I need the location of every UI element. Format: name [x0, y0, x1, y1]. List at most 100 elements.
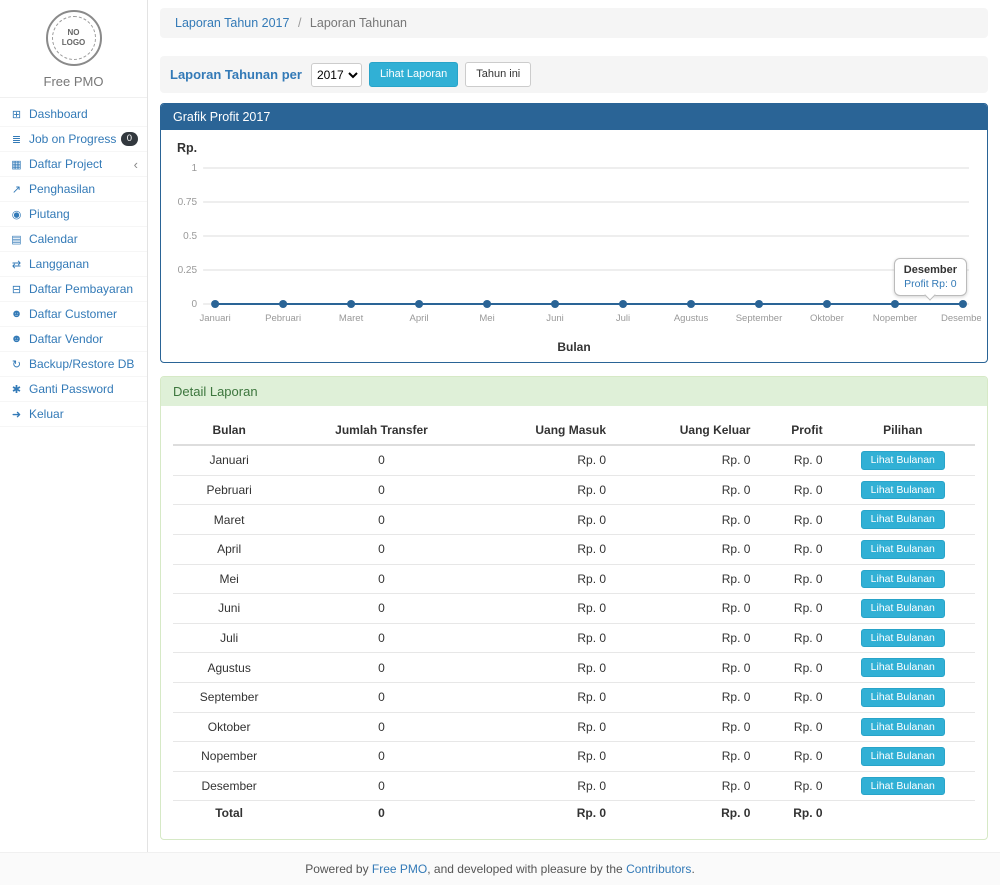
- cell-action: Lihat Bulanan: [831, 742, 975, 772]
- table-row: April0Rp. 0Rp. 0Rp. 0Lihat Bulanan: [173, 534, 975, 564]
- detail-panel-title: Detail Laporan: [161, 377, 987, 406]
- cell-in: Rp. 0: [478, 594, 614, 624]
- filter-label: Laporan Tahunan per: [170, 67, 302, 82]
- cell-out: Rp. 0: [614, 594, 758, 624]
- sidebar-item-penghasilan[interactable]: ↗Penghasilan: [0, 177, 147, 202]
- lihat-bulanan-button[interactable]: Lihat Bulanan: [861, 688, 945, 707]
- lihat-bulanan-button[interactable]: Lihat Bulanan: [861, 570, 945, 589]
- sidebar-item-daftar-pembayaran[interactable]: ⊟Daftar Pembayaran: [0, 277, 147, 302]
- cell-month: April: [173, 534, 285, 564]
- sidebar-item-daftar-customer[interactable]: ☻Daftar Customer: [0, 302, 147, 327]
- cell-in: Rp. 0: [478, 653, 614, 683]
- sidebar-item-piutang[interactable]: ◉Piutang: [0, 202, 147, 227]
- lihat-bulanan-button[interactable]: Lihat Bulanan: [861, 540, 945, 559]
- cell-in: Rp. 0: [478, 712, 614, 742]
- sidebar-item-backup-restore-db[interactable]: ↻Backup/Restore DB: [0, 352, 147, 377]
- lihat-bulanan-button[interactable]: Lihat Bulanan: [861, 481, 945, 500]
- sidebar-item-ganti-password[interactable]: ✱ Ganti Password: [0, 377, 147, 402]
- lihat-laporan-button[interactable]: Lihat Laporan: [369, 62, 458, 87]
- cell-action: Lihat Bulanan: [831, 623, 975, 653]
- detail-panel-body: BulanJumlah TransferUang MasukUang Kelua…: [161, 406, 987, 839]
- cell-profit: Rp. 0: [758, 534, 830, 564]
- cell-profit: Rp. 0: [758, 594, 830, 624]
- table-row: Juni0Rp. 0Rp. 0Rp. 0Lihat Bulanan: [173, 594, 975, 624]
- svg-text:Juni: Juni: [546, 313, 563, 324]
- lihat-bulanan-button[interactable]: Lihat Bulanan: [861, 747, 945, 766]
- cell-transfer: 0: [285, 475, 477, 505]
- lihat-bulanan-button[interactable]: Lihat Bulanan: [861, 658, 945, 677]
- svg-text:0: 0: [192, 299, 198, 310]
- contributors-link[interactable]: Contributors: [626, 862, 691, 876]
- lihat-bulanan-button[interactable]: Lihat Bulanan: [861, 510, 945, 529]
- sidebar-item-job-on-progress[interactable]: ≣Job on Progress0: [0, 127, 147, 152]
- sidebar-item-label: Backup/Restore DB: [29, 357, 134, 371]
- sidebar-item-daftar-vendor[interactable]: ☻Daftar Vendor: [0, 327, 147, 352]
- year-select[interactable]: 2017: [311, 63, 362, 87]
- chart-tooltip-title: Desember: [904, 264, 957, 276]
- svg-text:Desember: Desember: [941, 313, 981, 324]
- sidebar-item-label: Daftar Project: [29, 157, 102, 171]
- cell-month: Desember: [173, 771, 285, 801]
- free-pmo-link[interactable]: Free PMO: [372, 862, 427, 876]
- sidebar-item-label: Ganti Password: [29, 382, 114, 396]
- column-header-jumlah-transfer: Jumlah Transfer: [285, 416, 477, 445]
- cell-in: Rp. 0: [478, 742, 614, 772]
- cell-in: Rp. 0: [478, 475, 614, 505]
- lihat-bulanan-button[interactable]: Lihat Bulanan: [861, 718, 945, 737]
- sidebar-item-dashboard[interactable]: ⊞Dashboard: [0, 102, 147, 127]
- breadcrumb: Laporan Tahun 2017 / Laporan Tahunan: [160, 8, 988, 38]
- lihat-bulanan-button[interactable]: Lihat Bulanan: [861, 599, 945, 618]
- cell-action: Lihat Bulanan: [831, 653, 975, 683]
- cell-out: Rp. 0: [614, 682, 758, 712]
- svg-text:September: September: [736, 313, 783, 324]
- table-row: Nopember0Rp. 0Rp. 0Rp. 0Lihat Bulanan: [173, 742, 975, 772]
- cell-in: Rp. 0: [478, 534, 614, 564]
- lihat-bulanan-button[interactable]: Lihat Bulanan: [861, 451, 945, 470]
- sidebar-item-langganan[interactable]: ⇄Langganan: [0, 252, 147, 277]
- svg-text:Mei: Mei: [479, 313, 494, 324]
- lihat-bulanan-button[interactable]: Lihat Bulanan: [861, 629, 945, 648]
- sidebar-item-label: Dashboard: [29, 107, 88, 121]
- table-row: Januari0Rp. 0Rp. 0Rp. 0Lihat Bulanan: [173, 445, 975, 475]
- cell-transfer: 0: [285, 623, 477, 653]
- profit-line-chart: 10.750.50.250JanuariPebruariMaretAprilMe…: [167, 156, 981, 340]
- cell-month: Mei: [173, 564, 285, 594]
- cell-action: Lihat Bulanan: [831, 594, 975, 624]
- cell-out: Rp. 0: [614, 564, 758, 594]
- sidebar: NO LOGO Free PMO ⊞Dashboard≣Job on Progr…: [0, 0, 148, 852]
- svg-text:Maret: Maret: [339, 313, 364, 324]
- cell-out: Rp. 0: [614, 475, 758, 505]
- no-logo-badge: NO LOGO: [46, 10, 102, 66]
- cell-action: Lihat Bulanan: [831, 712, 975, 742]
- cell-action: Lihat Bulanan: [831, 771, 975, 801]
- app: NO LOGO Free PMO ⊞Dashboard≣Job on Progr…: [0, 0, 1000, 852]
- profit-chart-panel: Grafik Profit 2017 Rp. 10.750.50.250Janu…: [160, 103, 988, 363]
- table-row: Maret0Rp. 0Rp. 0Rp. 0Lihat Bulanan: [173, 505, 975, 535]
- table-row: Pebruari0Rp. 0Rp. 0Rp. 0Lihat Bulanan: [173, 475, 975, 505]
- cell-action: Lihat Bulanan: [831, 445, 975, 475]
- tahun-ini-button[interactable]: Tahun ini: [465, 62, 531, 87]
- cell-out: Rp. 0: [614, 623, 758, 653]
- sidebar-item-daftar-project[interactable]: ▦Daftar Project‹: [0, 152, 147, 177]
- column-header-bulan: Bulan: [173, 416, 285, 445]
- lock-icon: ✱: [9, 383, 24, 396]
- breadcrumb-link-laporan-tahun[interactable]: Laporan Tahun 2017: [175, 16, 289, 30]
- cell-month: Nopember: [173, 742, 285, 772]
- cell-transfer: 0: [285, 653, 477, 683]
- cell-month: Agustus: [173, 653, 285, 683]
- chart-panel-title: Grafik Profit 2017: [161, 104, 987, 130]
- logo-text: NO LOGO: [60, 28, 88, 48]
- svg-text:Januari: Januari: [200, 313, 231, 324]
- sidebar-item-label: Calendar: [29, 232, 78, 246]
- users-icon: ☻: [9, 333, 24, 345]
- sidebar-item-keluar[interactable]: ➜Keluar: [0, 402, 147, 427]
- cell-month: Total: [173, 801, 285, 826]
- cell-transfer: 0: [285, 445, 477, 475]
- table-row: September0Rp. 0Rp. 0Rp. 0Lihat Bulanan: [173, 682, 975, 712]
- sidebar-item-calendar[interactable]: ▤Calendar: [0, 227, 147, 252]
- lihat-bulanan-button[interactable]: Lihat Bulanan: [861, 777, 945, 796]
- chart-tooltip: Desember Profit Rp: 0: [894, 258, 967, 296]
- cell-in: Rp. 0: [478, 505, 614, 535]
- svg-text:April: April: [410, 313, 429, 324]
- svg-text:0.25: 0.25: [178, 265, 198, 276]
